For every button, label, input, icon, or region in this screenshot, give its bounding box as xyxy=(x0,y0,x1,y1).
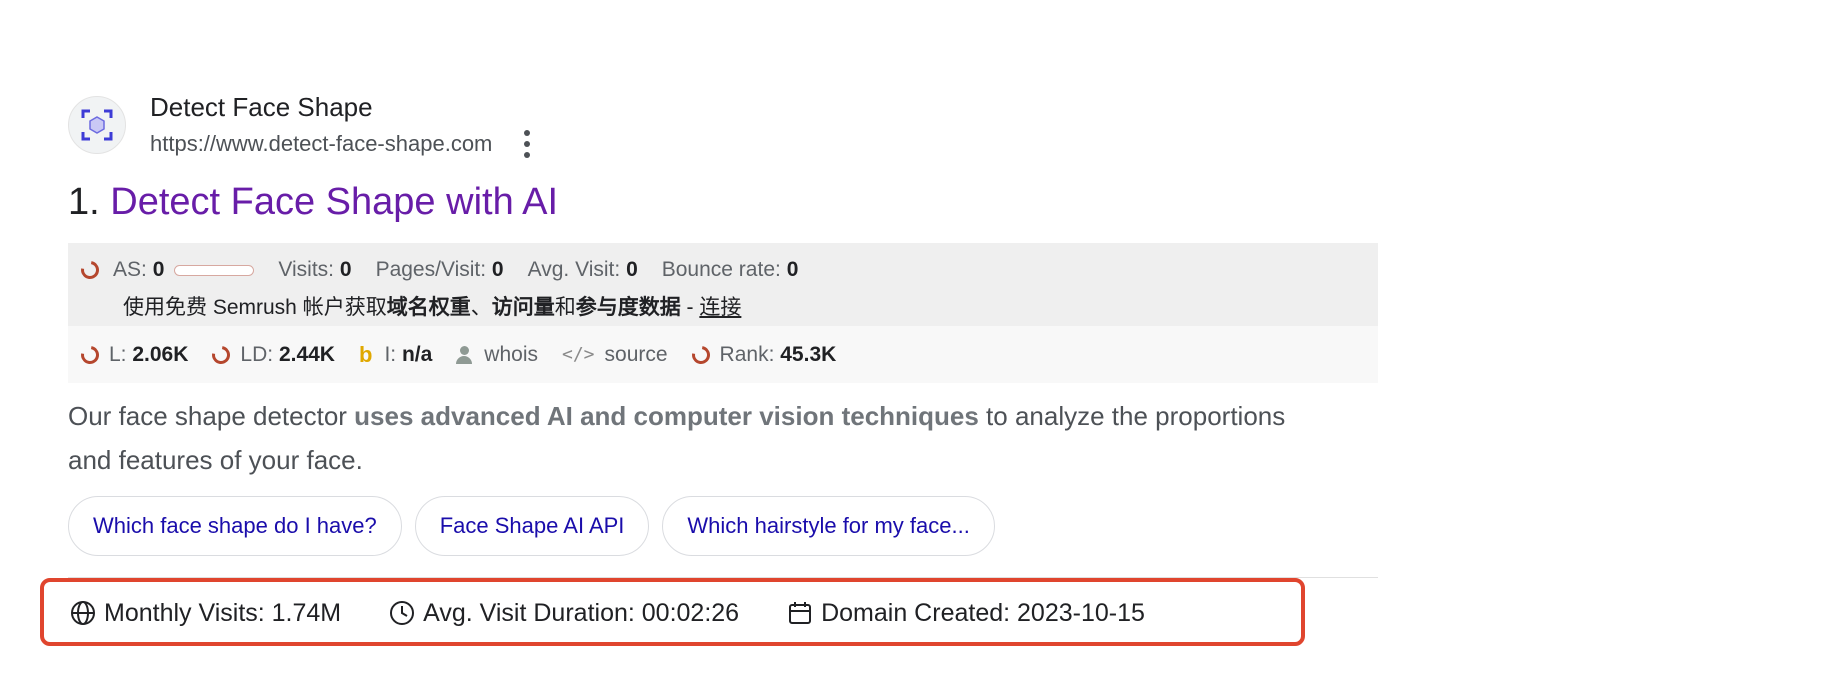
source-link[interactable]: </> source xyxy=(562,343,668,367)
snippet-part1: Our face shape detector xyxy=(68,401,355,431)
monthly-visits-text: Monthly Visits: 1.74M xyxy=(104,598,342,627)
code-icon: </> xyxy=(562,344,595,365)
rank-value: 45.3K xyxy=(780,342,837,366)
monthly-visits: Monthly Visits: 1.74M xyxy=(70,599,341,628)
metric-bounce-rate: Bounce rate: 0 xyxy=(662,258,799,282)
metric-ld[interactable]: LD: 2.44K xyxy=(208,341,335,368)
bing-icon: b xyxy=(358,341,373,367)
chip-which-face-shape[interactable]: Which face shape do I have? xyxy=(68,496,402,556)
more-vert-icon[interactable] xyxy=(522,130,532,158)
face-scan-icon xyxy=(68,96,126,154)
bounce-value: 0 xyxy=(786,258,799,281)
metric-as: AS: 0 xyxy=(77,257,255,283)
metric-pages-visit: Pages/Visit: 0 xyxy=(376,258,504,282)
semrush-panel: AS: 0 Visits: 0 Pages/Visit: 0 Avg. Visi… xyxy=(68,243,1378,383)
domain-created: Domain Created: 2023-10-15 xyxy=(787,599,1145,628)
site-name[interactable]: Detect Face Shape xyxy=(150,90,532,124)
chip-hairstyle[interactable]: Which hairstyle for my face... xyxy=(662,496,995,556)
pages-value: 0 xyxy=(491,258,504,281)
i-value: n/a xyxy=(401,342,433,366)
result-rank-number: 1. xyxy=(68,181,100,223)
metric-rank[interactable]: Rank: 45.3K xyxy=(688,341,837,368)
semrush-metrics: AS: 0 Visits: 0 Pages/Visit: 0 Avg. Visi… xyxy=(77,243,1378,293)
note-bold-traffic: 访问量 xyxy=(491,296,555,319)
metric-l[interactable]: L: 2.06K xyxy=(77,341,189,368)
ld-label: LD: xyxy=(240,342,274,366)
semrush-ring-icon xyxy=(208,341,234,368)
semrush-signup-note: 使用免费 Semrush 帐户获取域名权重、访问量和参与度数据 - 连接 xyxy=(81,293,1378,323)
note-dash: - xyxy=(680,296,700,319)
note-sep1: 、 xyxy=(470,296,492,319)
avg-visit-duration-text: Avg. Visit Duration: 00:02:26 xyxy=(423,598,740,627)
note-sep2: 和 xyxy=(554,296,576,319)
i-label: I: xyxy=(384,342,397,366)
semrush-bottom-metrics: L: 2.06K LD: 2.44K b I: n/a whois </> so… xyxy=(77,341,860,368)
person-icon xyxy=(456,345,473,364)
visits-label: Visits: xyxy=(278,258,335,281)
semrush-ring-icon xyxy=(688,341,714,368)
rank-label: Rank: xyxy=(719,342,775,366)
metric-visits: Visits: 0 xyxy=(278,258,351,282)
source-label: source xyxy=(604,342,668,366)
snippet-bold: uses advanced AI and computer vision tec… xyxy=(354,401,979,431)
ld-value: 2.44K xyxy=(278,342,335,366)
whois-link[interactable]: whois xyxy=(456,343,538,367)
l-label: L: xyxy=(109,342,127,366)
related-chips: Which face shape do I have? Face Shape A… xyxy=(68,496,1008,556)
avg-visit-duration: Avg. Visit Duration: 00:02:26 xyxy=(389,599,739,628)
site-url[interactable]: https://www.detect-face-shape.com xyxy=(150,128,492,160)
visits-value: 0 xyxy=(339,258,352,281)
semrush-ring-icon xyxy=(77,341,103,368)
note-bold-engagement: 参与度数据 xyxy=(575,296,681,319)
as-progress-bar xyxy=(174,264,255,276)
avg-label: Avg. Visit: xyxy=(527,258,621,281)
globe-icon xyxy=(71,601,95,625)
note-bold-authority: 域名权重 xyxy=(386,296,471,319)
domain-created-text: Domain Created: 2023-10-15 xyxy=(821,598,1145,627)
result-title-link[interactable]: Detect Face Shape with AI xyxy=(110,181,558,223)
site-info-row: Monthly Visits: 1.74M Avg. Visit Duratio… xyxy=(70,593,1193,633)
note-prefix: 使用免费 Semrush 帐户获取 xyxy=(123,296,387,319)
result-title-row: 1. Detect Face Shape with AI xyxy=(68,178,558,226)
whois-label: whois xyxy=(484,342,538,366)
pages-label: Pages/Visit: xyxy=(375,258,487,281)
semrush-ring-icon xyxy=(77,257,103,283)
avg-value: 0 xyxy=(626,258,638,281)
chip-face-shape-api[interactable]: Face Shape AI API xyxy=(414,496,650,556)
clock-icon xyxy=(390,601,415,625)
as-value: 0 xyxy=(152,258,165,281)
semrush-connect-link[interactable]: 连接 xyxy=(699,296,741,319)
calendar-icon xyxy=(789,602,812,624)
metric-avg-visit: Avg. Visit: 0 xyxy=(528,258,638,282)
result-snippet: Our face shape detector uses advanced AI… xyxy=(68,394,1318,482)
result-site-header[interactable]: Detect Face Shape https://www.detect-fac… xyxy=(68,90,532,160)
as-label: AS: xyxy=(113,258,147,281)
l-value: 2.06K xyxy=(132,342,189,366)
bounce-label: Bounce rate: xyxy=(661,258,781,281)
metric-bing-index[interactable]: b I: n/a xyxy=(359,342,432,368)
